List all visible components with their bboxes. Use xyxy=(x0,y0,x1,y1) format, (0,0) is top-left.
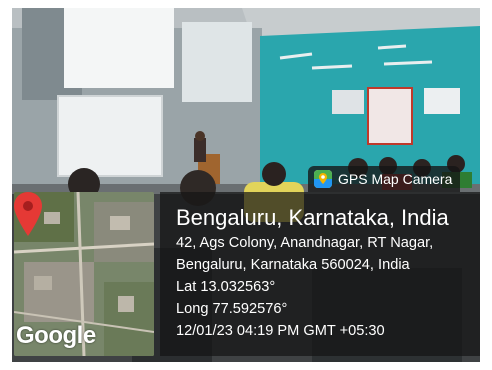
wall-poster-2 xyxy=(367,87,413,145)
address-line-2: Bengaluru, Karnataka 560024, India xyxy=(176,257,410,273)
wall-poster-1 xyxy=(332,90,364,114)
datetime-text: 12/01/23 04:19 PM GMT +05:30 xyxy=(176,323,385,339)
wall-poster-3 xyxy=(424,88,460,114)
location-info-box: Bengaluru, Karnataka, India 42, Ags Colo… xyxy=(160,192,480,356)
map-thumbnail: Google xyxy=(14,192,154,356)
side-window xyxy=(182,22,252,102)
gps-map-camera-tag: GPS Map Camera xyxy=(308,166,460,192)
longitude-text: Long 77.592576° xyxy=(176,301,288,317)
latitude-text: Lat 13.032563° xyxy=(176,279,276,295)
gps-map-camera-label: GPS Map Camera xyxy=(338,171,453,187)
address-line-1: 42, Ags Colony, Anandnagar, RT Nagar, xyxy=(176,235,434,251)
location-title: Bengaluru, Karnataka, India xyxy=(176,205,449,230)
projector-screen xyxy=(57,95,163,177)
google-logo: Google xyxy=(16,322,96,349)
gps-map-camera-app-icon xyxy=(314,170,332,188)
speaker xyxy=(194,138,206,162)
speaker-head xyxy=(195,131,205,141)
bright-window xyxy=(64,8,174,88)
map-pin-icon xyxy=(14,192,42,236)
